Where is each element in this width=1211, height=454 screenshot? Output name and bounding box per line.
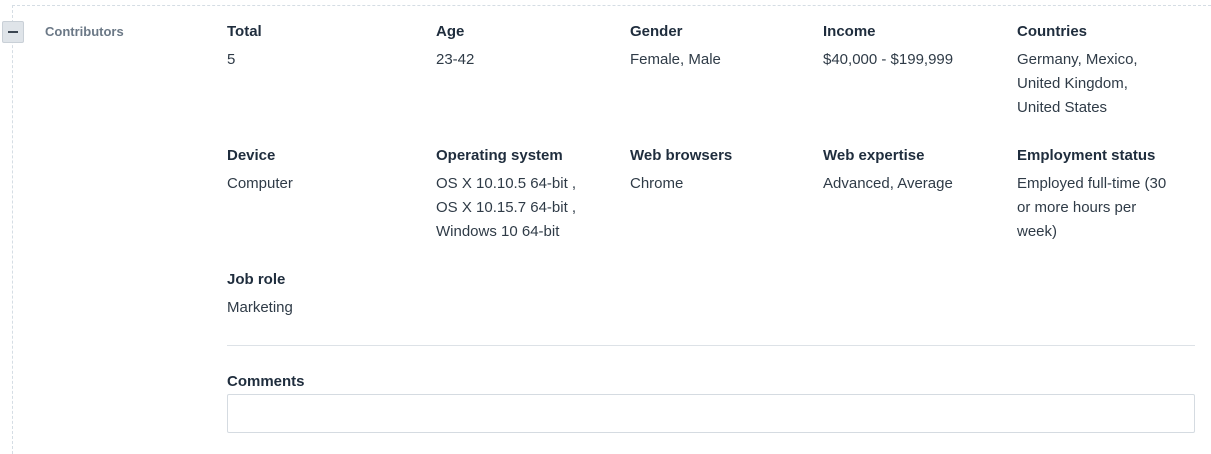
field-device: Device Computer — [227, 144, 293, 196]
section-frame-left — [12, 5, 13, 454]
field-title: Web browsers — [630, 147, 733, 164]
minus-icon — [8, 31, 18, 33]
field-value: Marketing — [227, 299, 293, 316]
field-total: Total 5 — [227, 20, 262, 72]
field-income: Income $40,000 - $199,999 — [823, 20, 953, 72]
field-value: Employed full-time (30 or more hours per… — [1017, 172, 1166, 244]
section-divider — [227, 345, 1195, 346]
field-value-line: Employed full-time (30 — [1017, 175, 1167, 192]
field-title: Web expertise — [823, 147, 925, 164]
field-employment-status: Employment status Employed full-time (30… — [1017, 144, 1166, 244]
field-value: Computer — [227, 175, 293, 192]
field-value-line: Windows 10 64-bit — [436, 223, 560, 240]
field-value: OS X 10.10.5 64-bit , OS X 10.15.7 64-bi… — [436, 172, 576, 244]
field-value: Advanced, Average — [823, 175, 953, 192]
field-value: Germany, Mexico, United Kingdom, United … — [1017, 48, 1138, 120]
section-label: Contributors — [45, 24, 124, 39]
field-value-line: United Kingdom, — [1017, 75, 1128, 92]
field-value-line: Germany, Mexico, — [1017, 51, 1138, 68]
field-title: Device — [227, 147, 276, 164]
field-title: Total — [227, 23, 262, 40]
field-age: Age 23-42 — [436, 20, 474, 72]
field-value-line: OS X 10.15.7 64-bit , — [436, 199, 577, 216]
field-value: $40,000 - $199,999 — [823, 51, 954, 68]
field-title: Income — [823, 23, 876, 40]
field-title: Age — [436, 23, 465, 40]
field-job-role: Job role Marketing — [227, 268, 293, 320]
field-title: Job role — [227, 271, 286, 288]
field-web-browsers: Web browsers Chrome — [630, 144, 732, 196]
field-title: Countries — [1017, 23, 1088, 40]
field-value: 5 — [227, 51, 236, 68]
field-value-line: United States — [1017, 99, 1108, 116]
field-value: Chrome — [630, 175, 684, 192]
field-value-line: or more hours per — [1017, 199, 1137, 216]
field-gender: Gender Female, Male — [630, 20, 721, 72]
collapse-section-button[interactable] — [2, 21, 24, 43]
field-countries: Countries Germany, Mexico, United Kingdo… — [1017, 20, 1138, 120]
comments-field[interactable] — [227, 394, 1195, 433]
field-value: 23-42 — [436, 51, 475, 68]
comments-title: Comments — [227, 373, 305, 390]
field-value-line: OS X 10.10.5 64-bit , — [436, 175, 577, 192]
field-title: Operating system — [436, 147, 563, 164]
field-operating-system: Operating system OS X 10.10.5 64-bit , O… — [436, 144, 576, 244]
field-title: Employment status — [1017, 147, 1156, 164]
field-value: Female, Male — [630, 51, 721, 68]
field-web-expertise: Web expertise Advanced, Average — [823, 144, 953, 196]
field-value-line: week) — [1017, 223, 1058, 240]
field-title: Gender — [630, 23, 683, 40]
section-frame-top — [12, 5, 1211, 6]
